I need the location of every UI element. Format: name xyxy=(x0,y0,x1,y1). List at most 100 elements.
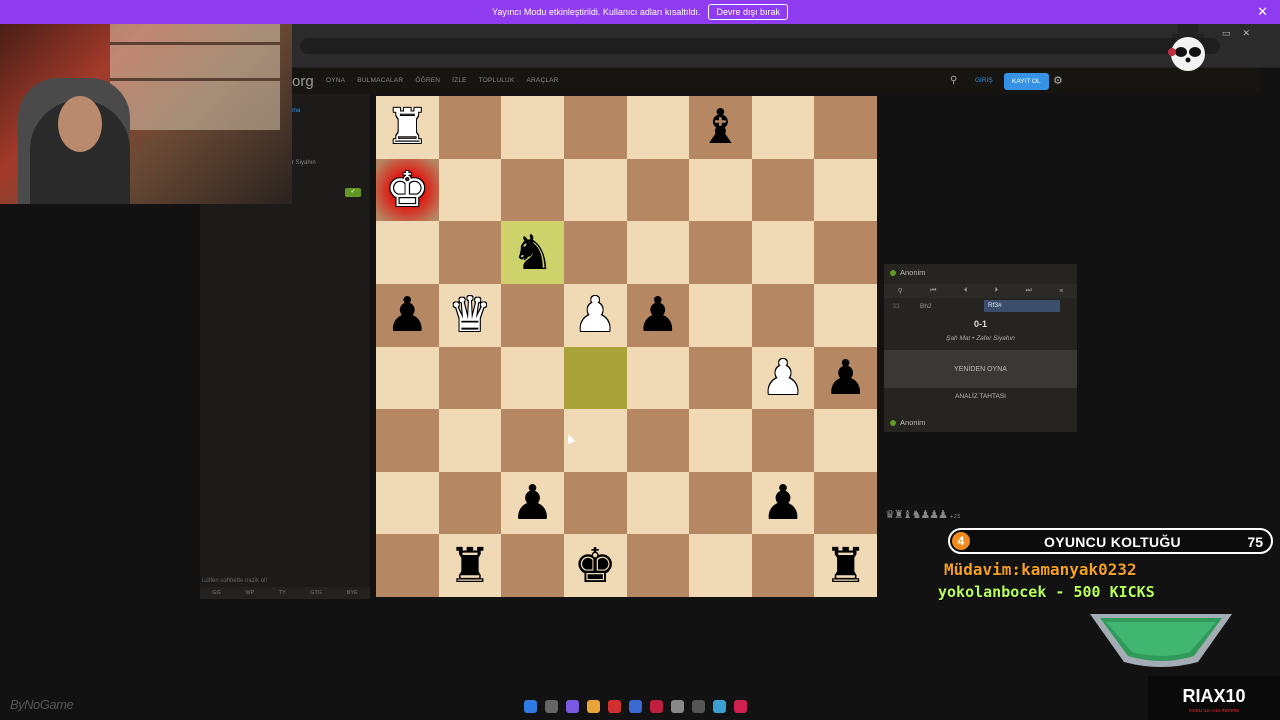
first-move-icon[interactable]: ⏮ xyxy=(930,287,936,295)
bottom-player-name[interactable]: Anonim xyxy=(900,418,925,427)
board-square[interactable] xyxy=(501,96,564,159)
board-square[interactable] xyxy=(376,409,439,472)
nav-item-puzzles[interactable]: BULMACALAR xyxy=(357,77,403,84)
board-square[interactable] xyxy=(501,158,564,222)
app-icon[interactable] xyxy=(713,700,726,713)
board-square[interactable] xyxy=(689,283,752,347)
board-square[interactable] xyxy=(438,471,502,535)
preset-wp[interactable]: WP xyxy=(245,590,254,596)
black-pawn-icon[interactable]: ♟ xyxy=(511,479,554,527)
chat-input[interactable]: Lütfen sohbette nazik ol! xyxy=(202,578,267,584)
board-square[interactable] xyxy=(563,221,627,284)
board-square[interactable]: ♟ xyxy=(376,283,439,347)
site-logo[interactable]: org xyxy=(292,73,314,90)
board-square[interactable] xyxy=(751,409,815,472)
board-square[interactable] xyxy=(751,158,815,222)
prev-move-icon[interactable]: ⏴ xyxy=(964,287,968,295)
last-move-icon[interactable]: ⏭ xyxy=(1026,287,1032,295)
white-move[interactable]: Bh2 xyxy=(908,303,984,310)
search-taskbar-icon[interactable] xyxy=(545,700,558,713)
board-square[interactable]: ♟ xyxy=(501,471,564,535)
next-move-icon[interactable]: ⏵ xyxy=(995,287,999,295)
app-icon[interactable] xyxy=(734,700,747,713)
minimize-icon[interactable]: ▭ xyxy=(1222,28,1231,39)
board-square[interactable] xyxy=(689,158,752,222)
board-square[interactable]: ♟ xyxy=(814,346,877,410)
flip-icon[interactable]: ⚲ xyxy=(898,287,903,295)
board-square[interactable]: ♜ xyxy=(438,534,502,597)
start-icon[interactable] xyxy=(524,700,537,713)
board-square[interactable] xyxy=(626,471,690,535)
disable-streamer-mode-button[interactable]: Devre dışı bırak xyxy=(708,4,788,20)
board-square[interactable]: ♟ xyxy=(751,471,815,535)
board-square[interactable] xyxy=(501,534,564,597)
board-square[interactable]: ♚ xyxy=(563,534,627,597)
app-icon[interactable] xyxy=(692,700,705,713)
board-square[interactable] xyxy=(376,534,439,597)
black-pawn-icon[interactable]: ♟ xyxy=(636,291,679,339)
top-player-name[interactable]: Anonim xyxy=(900,268,925,277)
game-link[interactable]: ma xyxy=(292,108,300,114)
address-bar[interactable] xyxy=(300,38,1220,54)
preset-gtg[interactable]: GTG xyxy=(310,590,322,596)
board-square[interactable] xyxy=(438,158,502,222)
chess-board[interactable]: ♜ ♝ ♚ ♞ ♟ ♛ ♟ ♟ ♟ ♟ ♟ ♟ ♜ ♚ ♜ xyxy=(376,96,877,597)
board-square[interactable] xyxy=(814,283,877,347)
board-square[interactable] xyxy=(438,221,502,284)
board-square[interactable] xyxy=(689,534,752,597)
app-icon[interactable] xyxy=(671,700,684,713)
preset-ty[interactable]: TY xyxy=(279,590,286,596)
board-square[interactable] xyxy=(689,471,752,535)
nav-item-play[interactable]: OYNA xyxy=(326,77,345,84)
white-rook-icon[interactable]: ♜ xyxy=(386,103,429,151)
close-icon[interactable]: ✕ xyxy=(1257,4,1268,20)
preset-gg[interactable]: GG xyxy=(212,590,221,596)
board-square[interactable] xyxy=(626,221,690,284)
analysis-board-link[interactable]: ANALİZ TAHTASI xyxy=(884,393,1077,400)
board-square[interactable] xyxy=(626,346,690,410)
board-square[interactable]: ♟ xyxy=(563,283,627,347)
board-square[interactable] xyxy=(563,346,627,410)
login-link[interactable]: GİRİŞ xyxy=(975,77,993,84)
black-pawn-icon[interactable]: ♟ xyxy=(762,479,805,527)
board-square[interactable] xyxy=(751,283,815,347)
board-square[interactable]: ♜ xyxy=(814,534,877,597)
board-square[interactable] xyxy=(689,346,752,410)
board-square[interactable] xyxy=(814,221,877,284)
board-square[interactable] xyxy=(438,346,502,410)
preset-bye[interactable]: BYE xyxy=(347,590,358,596)
board-square[interactable] xyxy=(689,221,752,284)
board-square[interactable] xyxy=(626,409,690,472)
board-square[interactable] xyxy=(376,346,439,410)
black-knight-icon[interactable]: ♞ xyxy=(511,229,554,277)
board-square[interactable] xyxy=(814,96,877,159)
check-toggle-icon[interactable]: ✓ xyxy=(345,188,361,197)
steam-icon[interactable] xyxy=(629,700,642,713)
board-square[interactable]: ♜ xyxy=(376,96,439,159)
black-pawn-icon[interactable]: ♟ xyxy=(386,291,429,339)
board-square[interactable] xyxy=(501,346,564,410)
board-square[interactable] xyxy=(751,96,815,159)
white-pawn-icon[interactable]: ♟ xyxy=(574,291,617,339)
board-square[interactable] xyxy=(563,471,627,535)
board-square[interactable] xyxy=(376,221,439,284)
app-icon[interactable] xyxy=(650,700,663,713)
board-square[interactable] xyxy=(376,471,439,535)
board-square[interactable]: ♟ xyxy=(626,283,690,347)
nav-item-community[interactable]: TOPLULUK xyxy=(479,77,515,84)
board-square[interactable] xyxy=(751,534,815,597)
menu-icon[interactable]: ≡ xyxy=(1059,288,1063,295)
opera-icon[interactable] xyxy=(608,700,621,713)
black-rook-icon[interactable]: ♜ xyxy=(824,542,867,590)
board-square[interactable]: ♞ xyxy=(501,221,564,284)
gear-icon[interactable]: ⚙ xyxy=(1053,74,1063,87)
board-square[interactable] xyxy=(563,158,627,222)
board-square[interactable] xyxy=(438,409,502,472)
board-square[interactable] xyxy=(563,96,627,159)
board-square[interactable]: ♟ xyxy=(751,346,815,410)
board-square[interactable] xyxy=(814,471,877,535)
black-king-icon[interactable]: ♚ xyxy=(574,542,617,590)
board-square[interactable] xyxy=(626,158,690,222)
white-pawn-icon[interactable]: ♟ xyxy=(762,354,805,402)
close-window-icon[interactable]: ✕ xyxy=(1242,28,1250,39)
